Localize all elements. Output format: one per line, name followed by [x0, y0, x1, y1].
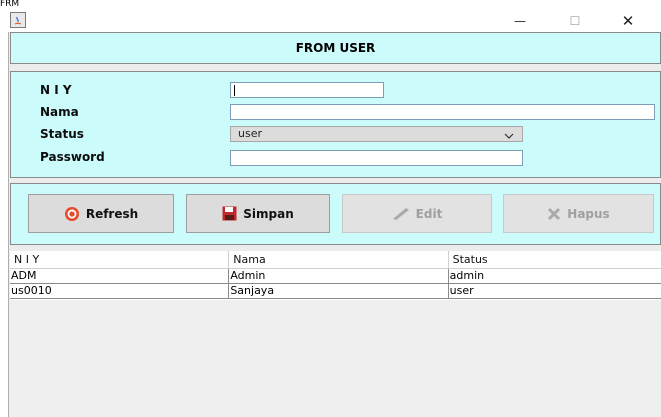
niy-label: N I Y [40, 83, 72, 97]
text-cursor [234, 85, 235, 96]
status-selected-value: user [238, 127, 262, 140]
table-cell-niy: us0010 [10, 284, 230, 299]
column-header-nama[interactable]: Nama [229, 251, 449, 269]
maximize-button[interactable]: ☐ [553, 12, 597, 30]
page-title: FROM USER [295, 41, 376, 55]
minimize-button[interactable]: — [498, 12, 542, 30]
column-header-niy[interactable]: N I Y [10, 251, 230, 269]
hapus-button[interactable]: Hapus [503, 194, 654, 233]
close-button[interactable]: ✕ [606, 12, 650, 30]
close-icon: ✕ [621, 12, 635, 30]
status-select[interactable]: user [230, 126, 523, 142]
table-empty-area [10, 300, 661, 417]
pencil-icon [392, 207, 410, 221]
password-input[interactable] [230, 150, 523, 166]
simpan-button[interactable]: Simpan [186, 194, 330, 233]
minimize-icon: — [514, 14, 526, 28]
status-label: Status [40, 127, 84, 141]
chevron-down-icon [504, 130, 514, 144]
save-icon [222, 206, 237, 221]
table-cell-status: user [448, 284, 661, 299]
maximize-icon: ☐ [569, 14, 581, 28]
nama-input[interactable] [230, 104, 655, 120]
password-label: Password [40, 150, 105, 164]
java-app-icon [10, 12, 26, 28]
window-caption: FRM [0, 0, 20, 8]
refresh-button[interactable]: Refresh [28, 194, 174, 233]
edit-button[interactable]: Edit [342, 194, 492, 233]
table-header-row: N I Y Nama Status [10, 251, 661, 269]
table-cell-nama: Sanjaya [229, 284, 449, 299]
table-row[interactable]: us0010 Sanjaya user [10, 284, 661, 299]
table-cell-niy: ADM [10, 269, 230, 284]
delete-x-icon [547, 207, 561, 221]
niy-input[interactable] [230, 82, 384, 98]
refresh-icon [64, 206, 80, 222]
column-header-status[interactable]: Status [448, 251, 661, 269]
table-row[interactable]: ADM Admin admin [10, 269, 661, 284]
table-cell-nama: Admin [229, 269, 449, 284]
nama-label: Nama [40, 105, 79, 119]
header-panel: FROM USER [10, 32, 661, 64]
table-cell-status: admin [448, 269, 661, 284]
